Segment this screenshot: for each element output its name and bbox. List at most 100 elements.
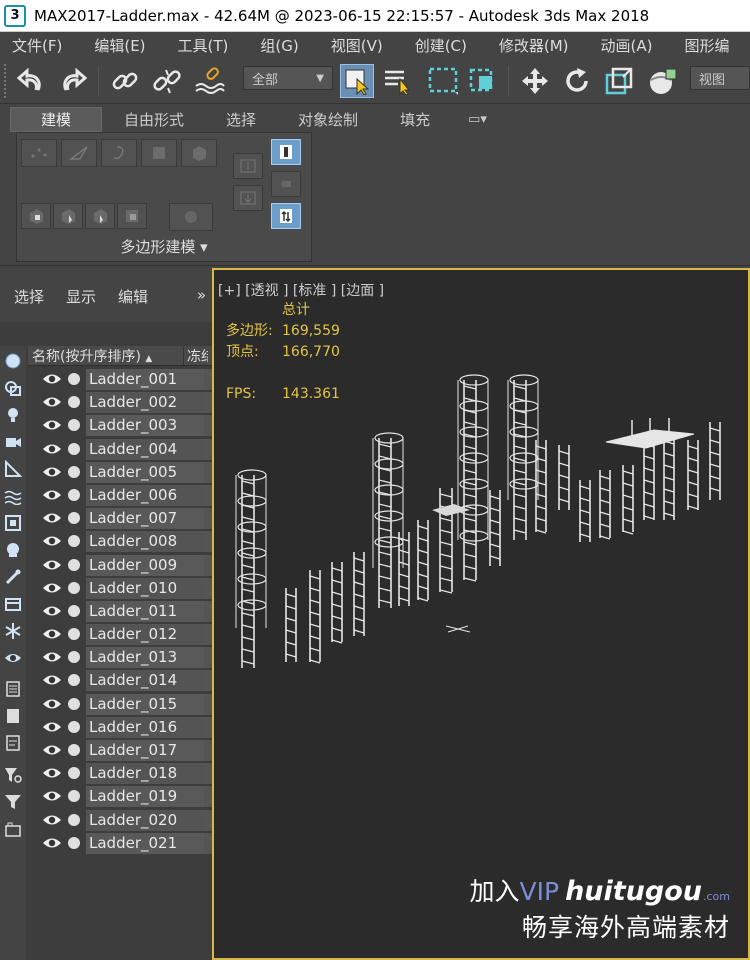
pin-stack-button[interactable] <box>271 171 301 197</box>
reference-coord-dropdown[interactable]: 视图 <box>690 66 750 90</box>
list-item[interactable]: Ladder_019 <box>28 785 212 808</box>
3dsmax-app-icon[interactable]: 3 <box>4 4 26 27</box>
eye-icon[interactable] <box>42 581 62 595</box>
bind-to-space-warp-button[interactable] <box>192 64 226 98</box>
filter-shapes-button[interactable] <box>2 377 24 399</box>
list-item[interactable]: Ladder_017 <box>28 739 212 762</box>
explorer-menu-display[interactable]: 显示 <box>66 286 96 307</box>
filter-invert-button[interactable] <box>2 732 24 754</box>
object-name[interactable]: Ladder_018 <box>86 763 204 785</box>
eye-icon[interactable] <box>42 558 62 572</box>
perspective-viewport[interactable]: [+] [透视 ] [标准 ] [边面 ] 总计 多边形: 169,559 顶点:… <box>212 268 750 960</box>
explorer-menu-edit[interactable]: 编辑 <box>118 286 148 307</box>
frozen-cell[interactable] <box>204 392 212 414</box>
tab-populate[interactable]: 填充 <box>390 108 440 131</box>
frozen-cell[interactable] <box>204 786 212 808</box>
object-name[interactable]: Ladder_008 <box>86 531 204 553</box>
list-item[interactable]: Ladder_020 <box>28 809 212 832</box>
select-and-link-button[interactable] <box>108 64 142 98</box>
frozen-cell[interactable] <box>204 624 212 646</box>
eye-icon[interactable] <box>42 604 62 618</box>
object-name[interactable]: Ladder_019 <box>86 786 204 808</box>
object-name[interactable]: Ladder_002 <box>86 392 204 414</box>
panel-label-polygon-modeling[interactable]: 多边形建模 ▾ <box>17 236 311 257</box>
frozen-cell[interactable] <box>204 531 212 553</box>
list-item[interactable]: Ladder_012 <box>28 623 212 646</box>
menu-tools[interactable]: 工具(T) <box>178 35 229 56</box>
list-item[interactable]: Ladder_005 <box>28 461 212 484</box>
filter-geometry-button[interactable] <box>2 350 24 372</box>
select-by-vertex-button[interactable] <box>85 203 115 229</box>
render-toggle-icon[interactable] <box>68 419 80 432</box>
eye-icon[interactable] <box>42 836 62 850</box>
render-toggle-icon[interactable] <box>68 373 80 385</box>
frozen-cell[interactable] <box>204 832 212 854</box>
menu-file[interactable]: 文件(F) <box>12 35 62 56</box>
modify-mode-button[interactable] <box>271 203 301 229</box>
list-item[interactable]: Ladder_009 <box>28 554 212 577</box>
object-name[interactable]: Ladder_020 <box>86 809 204 831</box>
ignore-backfacing-button[interactable] <box>21 203 51 229</box>
filter-hidden-button[interactable] <box>2 647 24 669</box>
eye-icon[interactable] <box>42 766 62 780</box>
layer-explorer-button[interactable] <box>2 818 24 840</box>
list-item[interactable]: Ladder_013 <box>28 646 212 669</box>
eye-icon[interactable] <box>42 789 62 803</box>
render-toggle-icon[interactable] <box>68 720 80 733</box>
list-item[interactable]: Ladder_018 <box>28 762 212 785</box>
eye-icon[interactable] <box>42 534 62 548</box>
undo-button[interactable] <box>14 64 48 98</box>
collapse-down-button[interactable] <box>233 185 263 211</box>
tab-freeform[interactable]: 自由形式 <box>114 108 194 131</box>
tab-selection[interactable]: 选择 <box>216 108 266 131</box>
redo-button[interactable] <box>56 64 90 98</box>
render-toggle-icon[interactable] <box>68 744 80 756</box>
eye-icon[interactable] <box>42 720 62 734</box>
filter-lights-button[interactable] <box>2 404 24 426</box>
list-item[interactable]: Ladder_004 <box>28 438 212 461</box>
render-toggle-icon[interactable] <box>68 674 80 687</box>
eye-icon[interactable] <box>42 442 62 456</box>
soft-selection-button[interactable] <box>169 203 213 231</box>
show-end-result-button[interactable] <box>271 139 301 165</box>
unlink-selection-button[interactable] <box>150 64 184 98</box>
render-toggle-icon[interactable] <box>68 790 80 803</box>
frozen-cell[interactable] <box>204 415 212 437</box>
eye-icon[interactable] <box>42 511 62 525</box>
render-toggle-icon[interactable] <box>68 836 80 849</box>
filter-groups-button[interactable] <box>2 512 24 534</box>
ribbon-options-icon[interactable]: ▭▾ <box>468 112 487 127</box>
object-name[interactable]: Ladder_013 <box>86 647 204 669</box>
list-item[interactable]: Ladder_006 <box>28 484 212 507</box>
filter-helpers-button[interactable] <box>2 458 24 480</box>
column-name-header[interactable]: 名称(按升序排序) ▲ <box>28 346 183 366</box>
rectangular-selection-region-button[interactable] <box>426 64 460 98</box>
edge-mode-button[interactable] <box>61 139 97 167</box>
menu-animation[interactable]: 动画(A) <box>601 35 653 56</box>
object-name[interactable]: Ladder_011 <box>86 600 204 622</box>
eye-icon[interactable] <box>42 372 62 386</box>
eye-icon[interactable] <box>42 813 62 827</box>
frozen-cell[interactable] <box>204 577 212 599</box>
frozen-cell[interactable] <box>204 740 212 761</box>
menu-edit[interactable]: 编辑(E) <box>94 35 145 56</box>
object-name[interactable]: Ladder_004 <box>86 438 204 460</box>
vertex-mode-button[interactable] <box>21 139 57 167</box>
render-toggle-icon[interactable] <box>68 465 80 478</box>
tab-modeling[interactable]: 建模 <box>10 106 103 132</box>
object-name[interactable]: Ladder_015 <box>86 693 204 715</box>
eye-icon[interactable] <box>42 418 62 432</box>
object-name[interactable]: Ladder_017 <box>86 740 204 761</box>
frozen-cell[interactable] <box>204 647 212 669</box>
object-name[interactable]: Ladder_007 <box>86 508 204 530</box>
object-name[interactable]: Ladder_012 <box>86 624 204 646</box>
render-toggle-icon[interactable] <box>68 604 80 617</box>
object-name[interactable]: Ladder_009 <box>86 554 204 576</box>
menu-graph-editors[interactable]: 图形编 <box>685 35 730 56</box>
select-object-button[interactable] <box>340 64 374 98</box>
render-toggle-icon[interactable] <box>68 396 80 409</box>
render-toggle-icon[interactable] <box>68 488 80 501</box>
list-item[interactable]: Ladder_002 <box>28 391 212 414</box>
eye-icon[interactable] <box>42 395 62 409</box>
render-toggle-icon[interactable] <box>68 442 80 455</box>
